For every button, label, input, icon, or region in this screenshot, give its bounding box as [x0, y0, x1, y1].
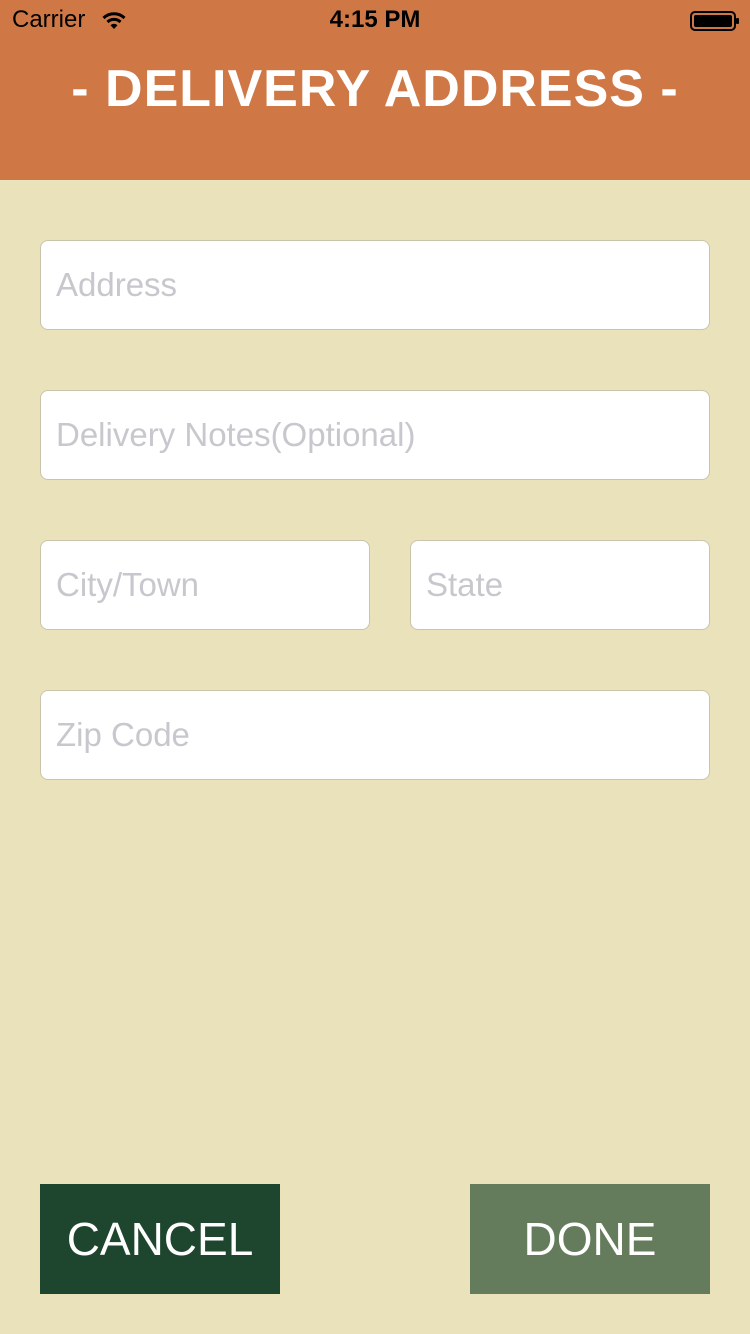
state-input[interactable]: [411, 541, 709, 629]
status-bar: Carrier 4:15 PM: [0, 0, 750, 40]
zip-field-container: [40, 690, 710, 780]
address-input[interactable]: [41, 241, 709, 329]
delivery-notes-field-container: [40, 390, 710, 480]
address-field-container: [40, 240, 710, 330]
cancel-button[interactable]: CANCEL: [40, 1184, 280, 1294]
city-town-input[interactable]: [41, 541, 369, 629]
clock-time: 4:15 PM: [329, 6, 421, 33]
page-title: - DELIVERY ADDRESS -: [71, 60, 679, 118]
zip-code-input[interactable]: [41, 691, 709, 779]
city-field-container: [40, 540, 370, 630]
state-field-container: [410, 540, 710, 630]
header-bar: Carrier 4:15 PM - DELIVERY ADDRESS -: [0, 0, 750, 180]
battery-icon: [690, 11, 739, 31]
done-button[interactable]: DONE: [470, 1184, 710, 1294]
delivery-notes-input[interactable]: [41, 391, 709, 479]
